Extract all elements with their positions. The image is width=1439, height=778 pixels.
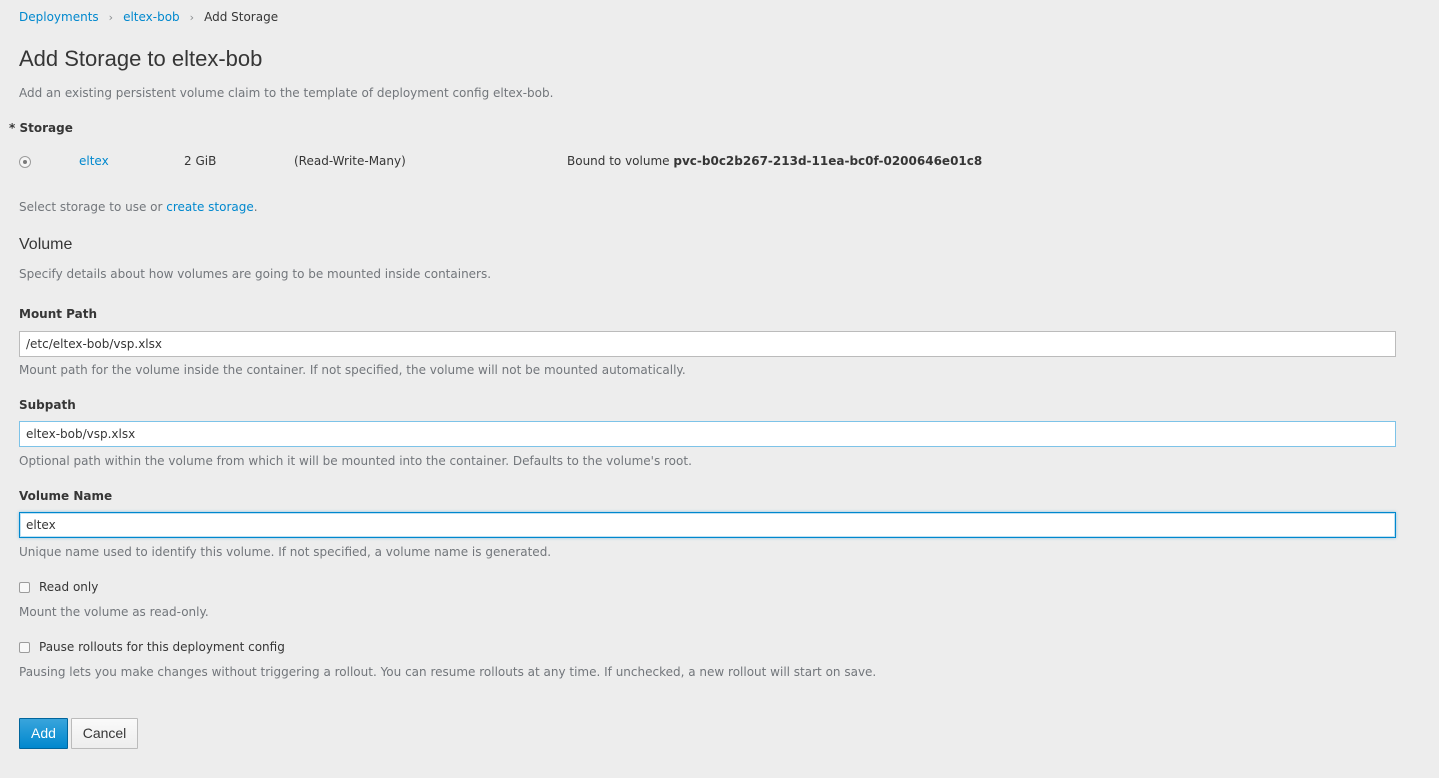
read-only-checkbox[interactable] (19, 581, 30, 593)
breadcrumb: Deployments › eltex-bob › Add Storage (19, 10, 278, 24)
storage-help-suffix: . (253, 200, 258, 214)
breadcrumb-separator-icon: › (189, 10, 195, 24)
storage-claim-access-mode: (Read-Write-Many) (294, 154, 406, 168)
storage-help-text: Select storage to use or create storage. (19, 200, 258, 214)
pause-rollouts-checkbox[interactable] (19, 641, 30, 653)
page-description: Add an existing persistent volume claim … (19, 86, 554, 100)
mount-path-help: Mount path for the volume inside the con… (19, 363, 686, 377)
storage-claim-name-link[interactable]: eltex (79, 154, 109, 168)
breadcrumb-separator-icon: › (108, 10, 114, 24)
breadcrumb-deployment-link[interactable]: eltex-bob (123, 10, 180, 24)
create-storage-link[interactable]: create storage (166, 200, 254, 214)
storage-help-prefix: Select storage to use or (19, 200, 163, 214)
breadcrumb-current: Add Storage (204, 10, 279, 24)
storage-claim-bound-volume: Bound to volume pvc-b0c2b267-213d-11ea-b… (567, 154, 982, 168)
required-marker: * (9, 121, 16, 135)
volume-section-description: Specify details about how volumes are go… (19, 267, 492, 281)
subpath-input[interactable] (19, 421, 1396, 447)
subpath-label: Subpath (19, 398, 76, 412)
subpath-help: Optional path within the volume from whi… (19, 454, 692, 468)
volume-name-input[interactable] (19, 512, 1396, 538)
mount-path-input[interactable] (19, 331, 1396, 357)
pause-rollouts-option[interactable]: Pause rollouts for this deployment confi… (19, 640, 285, 654)
pause-rollouts-label[interactable]: Pause rollouts for this deployment confi… (39, 640, 285, 654)
add-button[interactable]: Add (19, 718, 68, 749)
volume-name-help: Unique name used to identify this volume… (19, 545, 552, 559)
storage-claim-row[interactable]: eltex 2 GiB (Read-Write-Many) Bound to v… (19, 154, 1219, 172)
storage-label: * Storage (9, 121, 73, 135)
read-only-option[interactable]: Read only (19, 580, 98, 594)
read-only-label[interactable]: Read only (39, 580, 98, 594)
breadcrumb-deployments-link[interactable]: Deployments (19, 10, 99, 24)
storage-claim-size: 2 GiB (184, 154, 217, 168)
page-title: Add Storage to eltex-bob (19, 46, 263, 71)
bound-volume-name: pvc-b0c2b267-213d-11ea-bc0f-0200646e01c8 (673, 154, 983, 168)
volume-name-label: Volume Name (19, 489, 113, 503)
cancel-button[interactable]: Cancel (71, 718, 138, 749)
volume-section-title: Volume (19, 236, 73, 253)
mount-path-label: Mount Path (19, 307, 98, 321)
bound-prefix: Bound to volume (567, 154, 670, 168)
storage-radio-selected[interactable] (19, 156, 31, 168)
storage-label-text: Storage (19, 121, 73, 135)
read-only-help: Mount the volume as read-only. (19, 605, 209, 619)
pause-rollouts-help: Pausing lets you make changes without tr… (19, 665, 877, 679)
